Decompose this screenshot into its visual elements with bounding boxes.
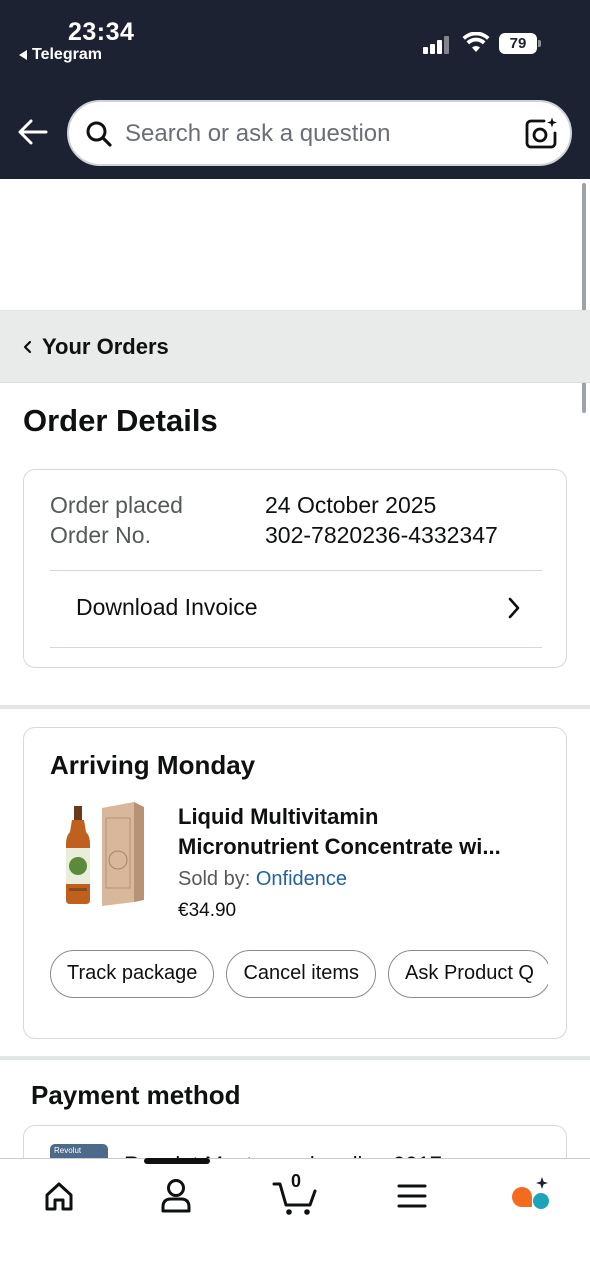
chevron-left-icon — [23, 340, 32, 353]
order-placed-value: 24 October 2025 — [265, 492, 437, 518]
menu-icon[interactable] — [384, 1175, 440, 1217]
product-title-link[interactable]: Liquid Multivitamin Micronutrient Concen… — [178, 802, 548, 862]
page-title: Order Details — [23, 403, 218, 438]
item-price: €34.90 — [178, 900, 237, 921]
cancel-items-button[interactable]: Cancel items — [226, 950, 377, 998]
order-placed-label: Order placed — [50, 492, 183, 518]
sold-by: Sold by: Onfidence — [178, 868, 347, 891]
account-icon[interactable] — [148, 1175, 204, 1217]
breadcrumb-your-orders[interactable]: Your Orders — [42, 334, 169, 360]
divider — [50, 647, 542, 648]
payment-method-title: Payment method — [31, 1080, 241, 1110]
section-separator — [0, 1056, 590, 1060]
section-separator — [0, 705, 590, 709]
order-number-value: 302-7820236-4332347 — [265, 522, 498, 548]
card-thumbnail-brand: Revolut — [54, 1146, 82, 1155]
back-to-app-link[interactable]: Telegram — [19, 46, 102, 64]
search-bar[interactable] — [67, 100, 572, 166]
product-title-line: Liquid Multivitamin — [178, 804, 379, 829]
delivery-status: Arriving Monday — [50, 750, 256, 780]
shipment-card: Arriving Monday Liquid Multivitamin Micr… — [23, 727, 567, 1039]
wifi-icon — [462, 32, 490, 52]
home-indicator — [144, 1158, 210, 1164]
app-header: 23:34 Telegram 79 — [0, 0, 590, 179]
download-invoice-label: Download Invoice — [76, 594, 258, 620]
product-image[interactable] — [50, 798, 158, 908]
cart-count: 0 — [290, 1171, 301, 1191]
search-input[interactable] — [125, 114, 505, 154]
battery-level: 79 — [499, 33, 537, 54]
breadcrumb[interactable]: Your Orders — [0, 310, 590, 383]
product-title-line: Micronutrient Concentrate wi... — [178, 834, 501, 859]
sold-by-label: Sold by: — [178, 868, 251, 890]
download-invoice-row[interactable]: Download Invoice — [50, 571, 542, 647]
order-number-label: Order No. — [50, 522, 151, 548]
ask-product-question-button[interactable]: Ask Product Q — [388, 950, 548, 998]
bottom-navigation: 0 — [0, 1158, 590, 1280]
camera-search-icon[interactable] — [524, 116, 558, 150]
home-icon[interactable] — [31, 1175, 87, 1217]
back-arrow-icon[interactable] — [16, 115, 50, 149]
back-app-label: Telegram — [32, 46, 102, 63]
battery-indicator: 79 — [499, 33, 541, 54]
shipment-actions: Track package Cancel items Ask Product Q — [50, 950, 548, 1000]
rufus-assistant-icon[interactable] — [502, 1175, 558, 1217]
chevron-right-icon — [508, 597, 520, 619]
order-details-screen: 23:34 Telegram 79 Search or ask a questi… — [0, 0, 590, 1280]
cart-button[interactable]: 0 — [268, 1171, 324, 1217]
back-triangle-icon — [19, 50, 27, 60]
search-icon — [86, 121, 112, 147]
cellular-signal-icon — [423, 36, 453, 54]
seller-link[interactable]: Onfidence — [256, 868, 347, 890]
status-time: 23:34 — [68, 18, 135, 46]
track-package-button[interactable]: Track package — [50, 950, 215, 998]
order-summary-card: Order placed 24 October 2025 Order No. 3… — [23, 469, 567, 668]
